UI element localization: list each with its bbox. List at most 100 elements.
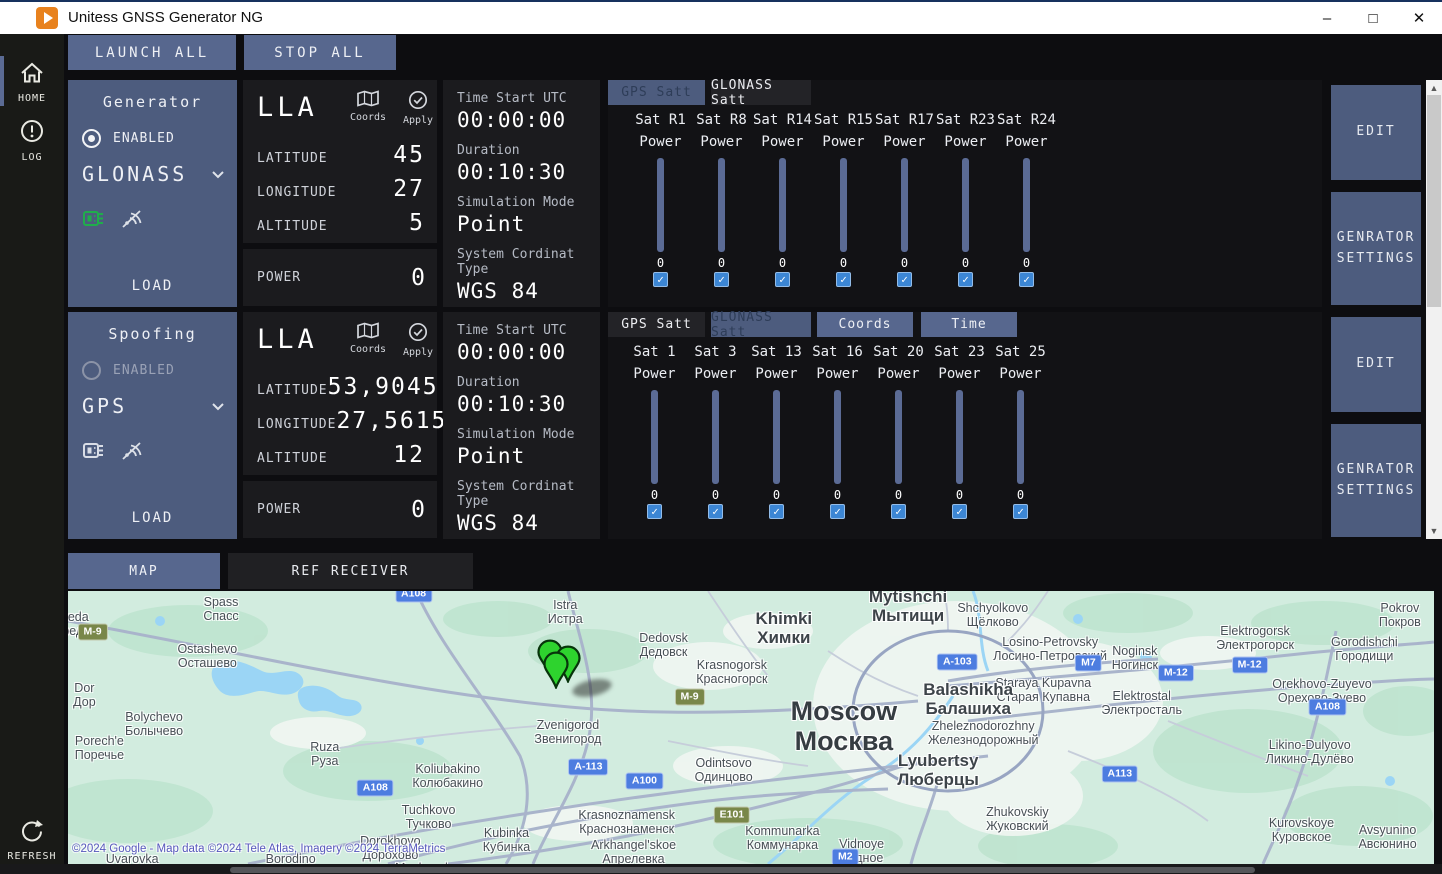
power-slider[interactable]	[1017, 390, 1024, 484]
coord-type-value[interactable]: WGS 84	[457, 279, 592, 303]
power-slider[interactable]	[834, 390, 841, 484]
map-view[interactable]: IstraИстраDedovskДедовскKrasnogorskКрасн…	[68, 591, 1434, 864]
time-start-value[interactable]: 00:00:00	[457, 108, 592, 132]
power-slider[interactable]	[901, 158, 908, 252]
tab-gps-satt[interactable]: GPS Satt	[608, 312, 705, 337]
power-value[interactable]: 0	[411, 265, 425, 291]
power-checkbox[interactable]	[952, 504, 967, 519]
power-slider[interactable]	[712, 390, 719, 484]
time-start-value[interactable]: 00:00:00	[457, 340, 592, 364]
tab-glonass-satt[interactable]: GLONASS Satt	[711, 312, 811, 337]
duration-value[interactable]: 00:10:30	[457, 392, 592, 416]
vertical-scrollbar-thumb[interactable]	[1427, 95, 1441, 307]
map-city-label: ElektrogorskЭлектрогорск	[1216, 624, 1294, 652]
power-value: 0	[651, 488, 658, 502]
power-slider[interactable]	[651, 390, 658, 484]
coords-button[interactable]: Coords	[345, 322, 391, 355]
tab-glonass-satt[interactable]: GLONASS Satt	[711, 80, 811, 105]
sim-mode-label: Simulation Mode	[457, 427, 592, 442]
scroll-down-arrow[interactable]: ▼	[1426, 523, 1442, 539]
latitude-value[interactable]: 45	[393, 142, 425, 168]
sim-mode-value[interactable]: Point	[457, 212, 592, 236]
scroll-up-arrow[interactable]: ▲	[1426, 80, 1442, 96]
map-marker-pin[interactable]	[542, 651, 569, 693]
power-value[interactable]: 0	[411, 497, 425, 523]
power-checkbox[interactable]	[647, 504, 662, 519]
power-checkbox[interactable]	[708, 504, 723, 519]
satellite-column: Sat R17Power0	[874, 112, 935, 287]
power-slider[interactable]	[962, 158, 969, 252]
longitude-value[interactable]: 27	[393, 176, 425, 202]
map-city-label: MytishchiМытищи	[869, 591, 947, 625]
generator-load-button[interactable]: LOAD	[68, 278, 237, 294]
power-checkbox[interactable]	[714, 272, 729, 287]
power-checkbox[interactable]	[775, 272, 790, 287]
time-tab-button[interactable]: Time	[921, 312, 1017, 337]
sidebar-item-refresh[interactable]: REFRESH	[0, 816, 64, 862]
maximize-button[interactable]: □	[1350, 2, 1396, 34]
generator-satellites-panel: GPS Satt GLONASS Satt Sat R1Power0Sat R8…	[608, 80, 1322, 307]
power-checkbox[interactable]	[653, 272, 668, 287]
generator-settings-button[interactable]: GENRATOR SETTINGS	[1331, 192, 1421, 305]
altitude-value[interactable]: 12	[393, 442, 425, 468]
duration-label: Duration	[457, 143, 592, 158]
sidebar-item-home[interactable]: HOME	[0, 60, 64, 104]
satellite-power-label: Power	[700, 134, 742, 150]
power-checkbox[interactable]	[897, 272, 912, 287]
apply-button[interactable]: Apply	[395, 322, 441, 358]
spoofing-settings-button[interactable]: GENRATOR SETTINGS	[1331, 424, 1421, 537]
minimize-button[interactable]: –	[1304, 2, 1350, 34]
power-slider[interactable]	[895, 390, 902, 484]
power-slider[interactable]	[956, 390, 963, 484]
generator-system-select[interactable]: GLONASS	[82, 162, 225, 186]
power-checkbox[interactable]	[891, 504, 906, 519]
spoofing-enabled-radio[interactable]: ENABLED	[82, 361, 175, 380]
tab-gps-satt[interactable]: GPS Satt	[608, 80, 705, 105]
horizontal-scrollbar-thumb[interactable]	[230, 867, 1255, 873]
coords-button[interactable]: Coords	[345, 90, 391, 123]
power-slider[interactable]	[840, 158, 847, 252]
antenna-off-icon	[120, 440, 144, 462]
power-checkbox[interactable]	[769, 504, 784, 519]
map-city-label: LyubertsyЛюберцы	[897, 751, 979, 789]
spoofing-load-button[interactable]: LOAD	[68, 510, 237, 526]
duration-value[interactable]: 00:10:30	[457, 160, 592, 184]
altitude-value[interactable]: 5	[409, 210, 425, 236]
longitude-value[interactable]: 27,5615	[336, 408, 447, 434]
road-badge: M-12	[1232, 656, 1268, 673]
tab-map[interactable]: MAP	[68, 553, 220, 589]
power-slider[interactable]	[718, 158, 725, 252]
power-checkbox[interactable]	[1013, 504, 1028, 519]
power-value: 0	[956, 488, 963, 502]
vertical-scrollbar[interactable]: ▲ ▼	[1426, 80, 1442, 539]
launch-all-button[interactable]: LAUNCH ALL	[68, 35, 236, 70]
sidebar-item-log[interactable]: LOG	[0, 117, 64, 163]
latitude-value[interactable]: 53,9045	[328, 374, 439, 400]
spoofing-edit-button[interactable]: EDIT	[1331, 317, 1421, 412]
map-city-label: KrasnogorskКрасногорск	[696, 658, 767, 686]
coord-type-value[interactable]: WGS 84	[457, 511, 592, 535]
sim-mode-value[interactable]: Point	[457, 444, 592, 468]
latitude-label: LATITUDE	[257, 383, 328, 398]
power-slider[interactable]	[657, 158, 664, 252]
road-badge: A-103	[937, 653, 978, 670]
generator-edit-button[interactable]: EDIT	[1331, 85, 1421, 180]
close-button[interactable]: ✕	[1396, 2, 1442, 34]
power-slider[interactable]	[773, 390, 780, 484]
power-checkbox[interactable]	[836, 272, 851, 287]
road-badge: A-113	[568, 759, 608, 776]
apply-button[interactable]: Apply	[395, 90, 441, 126]
spoofing-system-select[interactable]: GPS	[82, 394, 225, 418]
power-slider[interactable]	[779, 158, 786, 252]
tab-ref-receiver[interactable]: REF RECEIVER	[228, 553, 473, 589]
power-checkbox[interactable]	[1019, 272, 1034, 287]
power-checkbox[interactable]	[958, 272, 973, 287]
power-checkbox[interactable]	[830, 504, 845, 519]
horizontal-scrollbar[interactable]	[0, 864, 1442, 874]
map-city-label: NoginskНогинск	[1112, 644, 1158, 672]
generator-enabled-radio[interactable]: ENABLED	[82, 129, 175, 148]
power-slider[interactable]	[1023, 158, 1030, 252]
stop-all-button[interactable]: STOP ALL	[244, 35, 396, 70]
coords-tab-button[interactable]: Coords	[817, 312, 913, 337]
altitude-label: ALTITUDE	[257, 219, 328, 234]
